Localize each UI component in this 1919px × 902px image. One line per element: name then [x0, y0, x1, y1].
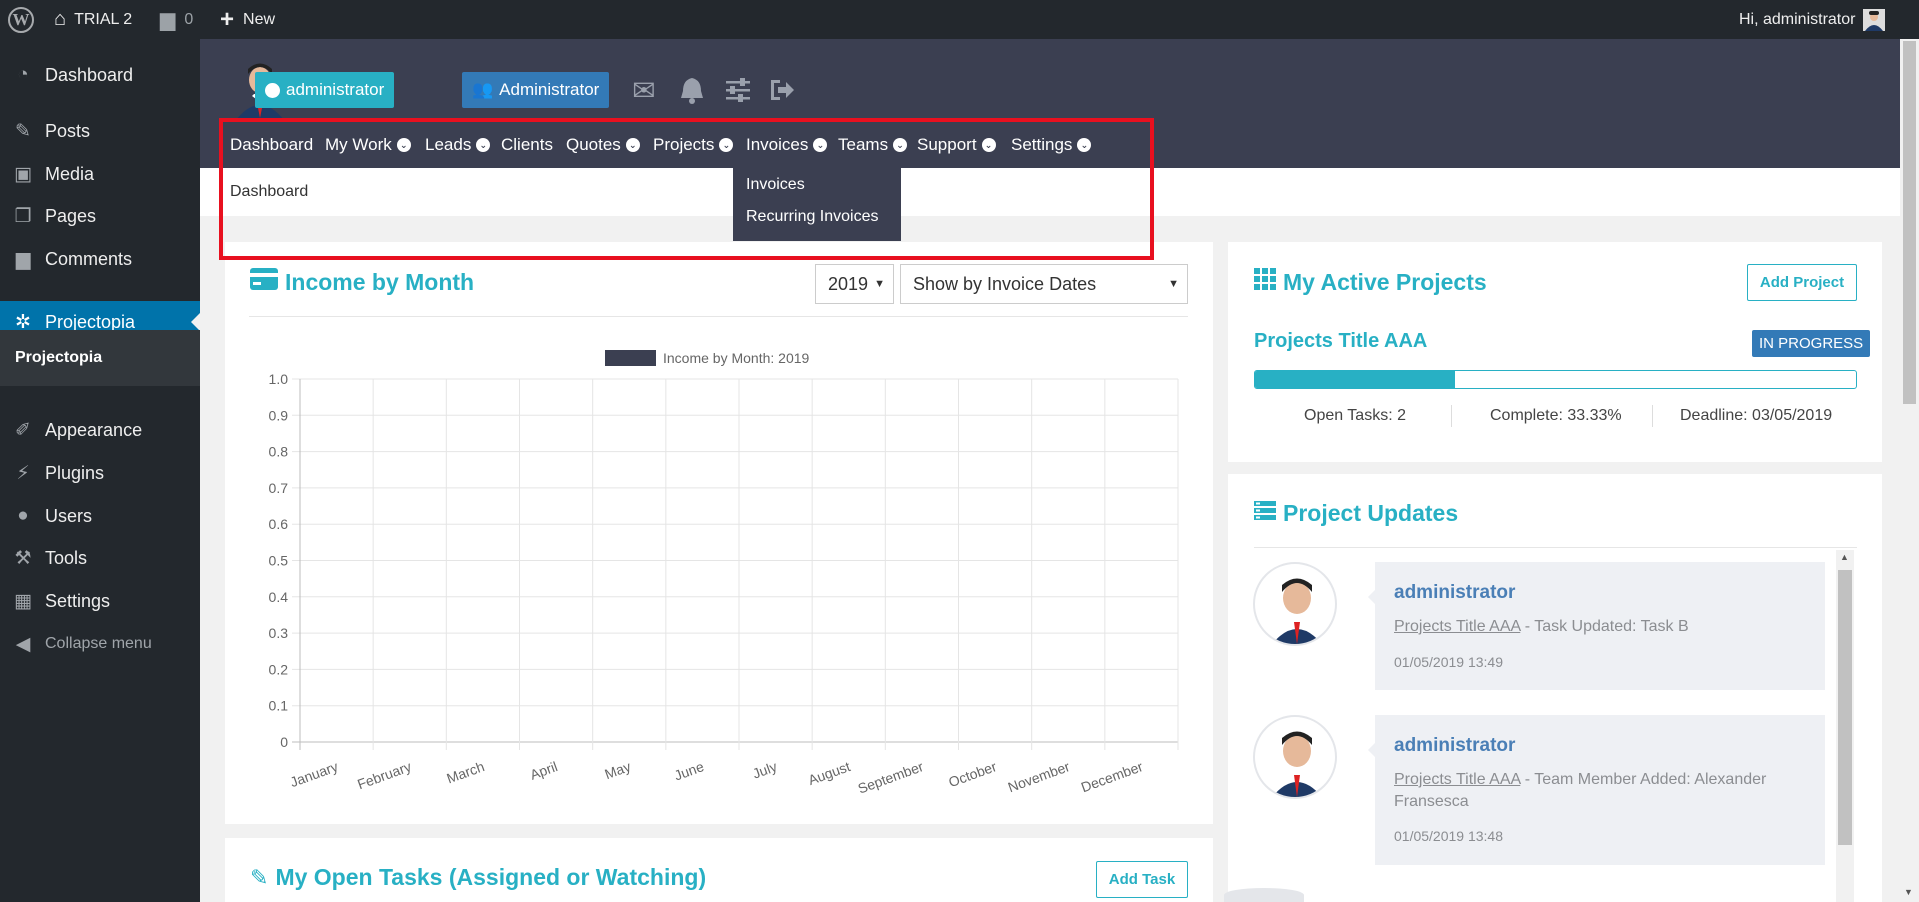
user-icon: ●	[17, 505, 29, 526]
wpmenu-item-posts[interactable]: ✎ Posts	[0, 110, 200, 152]
envelope-open-icon[interactable]: ✉	[628, 74, 660, 106]
update-text: Projects Title AAA - Task Updated: Task …	[1394, 618, 1689, 635]
settings-icon: ▦	[14, 590, 32, 612]
wpmenu-item-pages[interactable]: ❐ Pages	[0, 195, 200, 237]
deadline-stat: Deadline: 03/05/2019	[1680, 407, 1833, 424]
year-select[interactable]: 2019 ▼	[815, 264, 894, 304]
update-project-link[interactable]: Projects Title AAA	[1394, 771, 1520, 788]
list-icon	[1254, 500, 1276, 527]
user-badge-button[interactable]: administrator	[255, 72, 395, 108]
admin-bar: W ⌂ TRIAL 2 ▆ 0 + New Hi, administrator	[0, 0, 1919, 39]
site-name-link[interactable]: ⌂ TRIAL 2	[54, 0, 132, 39]
scrollbar-thumb[interactable]	[1838, 570, 1852, 845]
wrench-icon: ⚒	[14, 547, 32, 569]
divider	[1254, 547, 1857, 548]
income-panel	[225, 242, 1213, 824]
wpmenu-item-appearance[interactable]: ✐ Appearance	[0, 409, 200, 451]
scroll-down-icon[interactable]: ▼	[1904, 887, 1913, 897]
status-badge: IN PROGRESS	[1752, 330, 1871, 357]
scroll-up-icon[interactable]: ▲	[1840, 552, 1849, 562]
greeting-label: Hi, administrator	[1739, 10, 1856, 28]
page-scrollbar[interactable]: ▼	[1900, 39, 1919, 902]
wpmenu-collapse[interactable]: ◀ Collapse menu	[0, 623, 200, 665]
wpmenu-item-users[interactable]: ● Users	[0, 495, 200, 537]
add-project-button[interactable]: Add Project	[1747, 264, 1857, 301]
new-label: New	[243, 10, 276, 28]
sign-out-icon[interactable]	[766, 74, 798, 106]
project-updates-title: Project Updates	[1254, 500, 1458, 527]
plus-icon: +	[220, 5, 235, 33]
update-author-link[interactable]: administrator	[1394, 582, 1515, 604]
credit-card-icon	[250, 268, 278, 296]
edit-icon: ✎	[250, 864, 269, 890]
sliders-icon[interactable]	[722, 74, 754, 106]
update-item: administrator Projects Title AAA - Task …	[1368, 562, 1825, 690]
pin-icon: ✎	[15, 120, 31, 142]
update-item: administrator Projects Title AAA - Team …	[1368, 715, 1825, 865]
income-title: Income by Month	[250, 268, 474, 296]
divider	[1451, 405, 1452, 427]
wpmenu-item-dashboard[interactable]: ◔ Dashboard	[0, 54, 200, 96]
progress-bar	[1254, 370, 1857, 389]
grid-icon	[1254, 268, 1276, 296]
account-menu[interactable]: Hi, administrator	[1739, 0, 1886, 39]
dashboard-icon: ◔	[17, 64, 29, 85]
avatar	[1863, 8, 1886, 31]
media-icon: ▣	[14, 163, 32, 185]
update-project-link[interactable]: Projects Title AAA	[1394, 618, 1520, 635]
update-timestamp: 01/05/2019 13:48	[1394, 828, 1503, 844]
update-author-link[interactable]: administrator	[1394, 735, 1515, 757]
scrollbar-thumb[interactable]	[1903, 41, 1916, 404]
divider	[249, 316, 1188, 317]
update-timestamp: 01/05/2019 13:49	[1394, 654, 1503, 670]
new-content-link[interactable]: + New	[220, 0, 275, 39]
pages-icon: ❐	[14, 205, 32, 227]
comment-icon: ▆	[160, 9, 176, 31]
comments-count: 0	[184, 10, 194, 28]
avatar	[1224, 888, 1304, 902]
wpmenu-submenu-projectopia[interactable]: Projectopia	[0, 330, 200, 386]
complete-stat: Complete: 33.33%	[1490, 407, 1622, 424]
wpmenu-item-settings[interactable]: ▦ Settings	[0, 580, 200, 622]
open-tasks-title: ✎ My Open Tasks (Assigned or Watching)	[250, 864, 707, 890]
users-icon: 👥	[472, 80, 494, 99]
highlight-box	[219, 118, 1154, 260]
wpmenu-item-plugins[interactable]: ⚡ Plugins	[0, 452, 200, 494]
avatar	[1253, 562, 1337, 646]
wp-admin-menu: ◔ Dashboard ✎ Posts ▣ Media ❐ Pages ▆ Comment…	[0, 39, 200, 902]
collapse-icon: ◀	[15, 633, 31, 655]
plug-icon: ⚡	[16, 462, 30, 484]
site-name-label: TRIAL 2	[74, 10, 133, 28]
add-task-button[interactable]: Add Task	[1096, 861, 1188, 898]
active-projects-title: My Active Projects	[1254, 268, 1487, 296]
brush-icon: ✐	[15, 419, 31, 441]
caret-down-icon: ▼	[1168, 278, 1179, 290]
wordpress-logo-icon[interactable]: W	[8, 0, 34, 39]
progress-fill	[1255, 371, 1456, 388]
date-filter-select[interactable]: Show by Invoice Dates ▼	[900, 264, 1188, 304]
avatar	[1253, 715, 1337, 799]
role-badge-button[interactable]: 👥 Administrator	[462, 72, 610, 108]
wpmenu-item-tools[interactable]: ⚒ Tools	[0, 537, 200, 579]
caret-down-icon: ▼	[874, 278, 885, 290]
open-tasks-stat: Open Tasks: 2	[1304, 407, 1406, 424]
project-title-link[interactable]: Projects Title AAA	[1254, 330, 1427, 353]
home-icon: ⌂	[54, 8, 67, 30]
update-text: Projects Title AAA - Team Member Added: …	[1394, 771, 1767, 810]
updates-scrollbar[interactable]: ▲	[1836, 550, 1854, 902]
wpmenu-item-comments[interactable]: ▆ Comments	[0, 238, 200, 280]
bell-icon[interactable]	[676, 74, 708, 106]
comment-icon: ▆	[15, 248, 31, 270]
wpmenu-item-media[interactable]: ▣ Media	[0, 153, 200, 195]
divider	[1652, 405, 1653, 427]
user-circle-icon	[265, 82, 280, 98]
comments-link[interactable]: ▆ 0	[160, 0, 193, 39]
